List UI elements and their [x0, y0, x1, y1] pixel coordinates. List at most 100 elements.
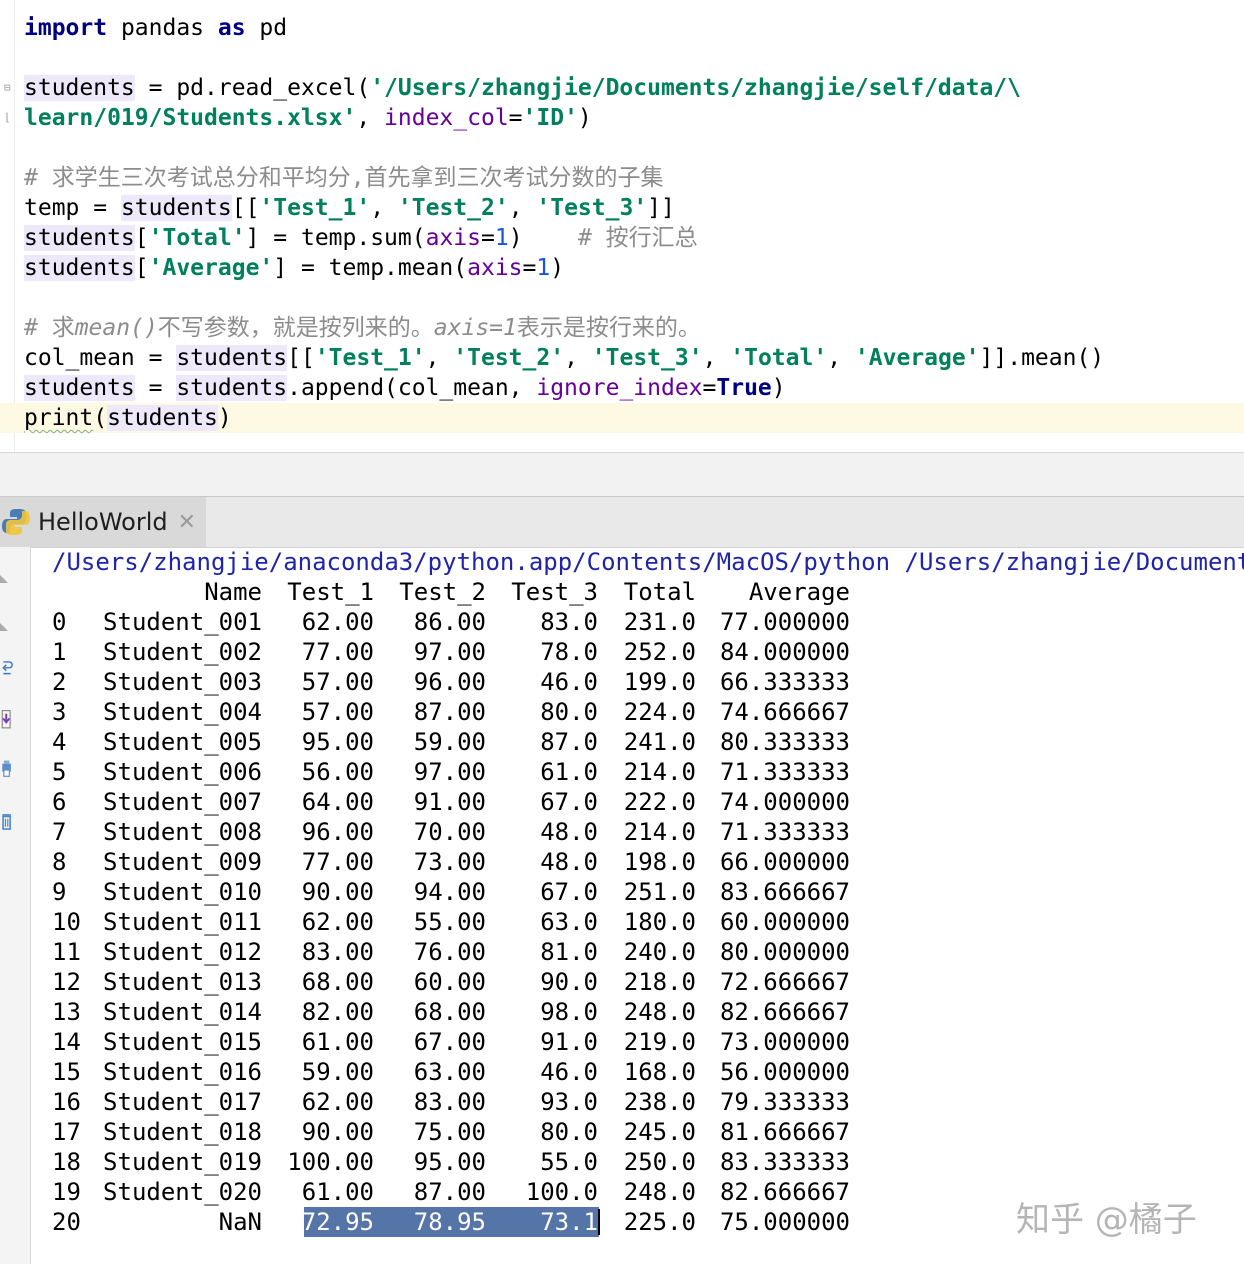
table-cell: 80.000000 [719, 938, 850, 966]
table-row: 18 Student_019 100.00 95.00 55.0 250.0 83.3333… [52, 1147, 1244, 1177]
table-cell: 60.000000 [719, 908, 850, 936]
code-editor[interactable]: ⊟ ⌊ import pandas as pd students = pd.re… [0, 0, 1244, 452]
table-header-row: Name Test_1 Test_2 Test_3 Total Average [52, 577, 1244, 607]
table-cell: 252.0 [623, 638, 696, 666]
column-header: Test_3 [511, 578, 598, 606]
table-row: 3 Student_004 57.00 87.00 80.0 224.0 74.666667 [52, 697, 1244, 727]
editor-gutter: ⊟ ⌊ [0, 0, 15, 452]
table-cell: 96.00 [301, 818, 374, 846]
table-cell: Student_008 [103, 818, 262, 846]
table-cell: 63.0 [540, 908, 598, 936]
code-comment-sum: # 按行汇总 [577, 225, 698, 251]
table-row: 8 Student_009 77.00 73.00 48.0 198.0 66.000000 [52, 847, 1244, 877]
run-tab-helloworld[interactable]: HelloWorld ✕ [0, 497, 206, 547]
table-row: 6 Student_007 64.00 91.00 67.0 222.0 74.000000 [52, 787, 1244, 817]
table-cell: 219.0 [623, 1028, 696, 1056]
scroll-down-icon[interactable] [0, 613, 14, 635]
table-cell: 62.00 [301, 608, 374, 636]
table-cell: 238.0 [623, 1088, 696, 1116]
table-cell: 87.0 [540, 728, 598, 756]
table-cell: 97.00 [413, 638, 486, 666]
scroll-up-icon[interactable] [0, 561, 14, 583]
table-row: 7 Student_008 96.00 70.00 48.0 214.0 71.333333 [52, 817, 1244, 847]
run-command: /Users/zhangjie/anaconda3/python.app/Con… [52, 548, 1244, 576]
table-cell: 87.00 [413, 698, 486, 726]
table-cell: 67.0 [540, 878, 598, 906]
code-comment-1: # 求学生三次考试总分和平均分,首先拿到三次考试分数的子集 [24, 165, 664, 191]
table-cell: 48.0 [540, 818, 598, 846]
table-cell: 81.0 [540, 938, 598, 966]
table-cell: 76.00 [413, 938, 486, 966]
table-cell: Student_009 [103, 848, 262, 876]
table-cell: 57.00 [301, 698, 374, 726]
table-cell: 70.00 [413, 818, 486, 846]
table-cell: 98.0 [540, 998, 598, 1026]
row-index: 18 [52, 1148, 81, 1176]
comment-part: axis=1 [433, 315, 517, 341]
text-cursor [598, 1209, 600, 1235]
console-output[interactable]: /Users/zhangjie/anaconda3/python.app/Con… [52, 547, 1244, 1264]
fold-close-icon[interactable]: ⌊ [4, 112, 14, 124]
table-cell: 73.00 [413, 848, 486, 876]
code-line-13: students = students.append(col_mean, ign… [24, 375, 786, 401]
table-cell: 97.00 [413, 758, 486, 786]
table-cell: NaN [218, 1208, 262, 1236]
table-cell: 77.00 [301, 848, 374, 876]
table-cell: 225.0 [623, 1208, 696, 1236]
table-cell: 75.00 [413, 1118, 486, 1146]
table-cell: 78.0 [540, 638, 598, 666]
table-cell: 46.0 [540, 668, 598, 696]
table-cell: 82.666667 [719, 998, 850, 1026]
table-cell: 80.0 [540, 1118, 598, 1146]
table-cell: 62.00 [301, 1088, 374, 1116]
table-row: 13 Student_014 82.00 68.00 98.0 248.0 82.66666… [52, 997, 1244, 1027]
row-index: 0 [52, 608, 67, 636]
close-icon[interactable]: ✕ [178, 510, 196, 535]
table-cell: 75.000000 [719, 1208, 850, 1236]
table-cell: 245.0 [623, 1118, 696, 1146]
table-row: 16 Student_017 62.00 83.00 93.0 238.0 79.33333… [52, 1087, 1244, 1117]
row-index: 14 [52, 1028, 81, 1056]
table-cell: 61.00 [301, 1028, 374, 1056]
table-cell: Student_011 [103, 908, 262, 936]
table-row: 0 Student_001 62.00 86.00 83.0 231.0 77.000000 [52, 607, 1244, 637]
row-index: 7 [52, 818, 67, 846]
table-cell: 61.00 [301, 1178, 374, 1206]
table-cell: 251.0 [623, 878, 696, 906]
table-cell: 84.000000 [719, 638, 850, 666]
soft-wrap-icon[interactable] [0, 659, 14, 681]
table-cell: 56.00 [301, 758, 374, 786]
table-row: 1 Student_002 77.00 97.00 78.0 252.0 84.000000 [52, 637, 1244, 667]
table-row: 2 Student_003 57.00 96.00 46.0 199.0 66.333333 [52, 667, 1244, 697]
table-cell: Student_017 [103, 1088, 262, 1116]
print-icon[interactable] [0, 759, 14, 781]
table-cell: 224.0 [623, 698, 696, 726]
table-cell: 180.0 [623, 908, 696, 936]
code-text[interactable]: import pandas as pd students = pd.read_e… [0, 13, 1244, 433]
table-cell: 231.0 [623, 608, 696, 636]
table-cell: 59.00 [301, 1058, 374, 1086]
column-header: Name [204, 578, 262, 606]
scroll-to-end-icon[interactable] [0, 709, 14, 731]
run-tab-label: HelloWorld [38, 508, 168, 536]
table-cell: 83.00 [301, 938, 374, 966]
table-cell: 241.0 [623, 728, 696, 756]
table-row: 17 Student_018 90.00 75.00 80.0 245.0 81.66666… [52, 1117, 1244, 1147]
comment-part: 不写参数，就是按列来的。 [157, 315, 434, 341]
table-cell: 91.00 [413, 788, 486, 816]
table-cell: 214.0 [623, 818, 696, 846]
table-cell: 77.00 [301, 638, 374, 666]
table-cell: 222.0 [623, 788, 696, 816]
fold-open-icon[interactable]: ⊟ [4, 82, 14, 94]
table-cell: Student_014 [103, 998, 262, 1026]
editor-bottom-strip [0, 452, 1244, 497]
table-row: 12 Student_013 68.00 60.00 90.0 218.0 72.66666… [52, 967, 1244, 997]
trash-icon[interactable] [0, 811, 14, 833]
table-cell: 87.00 [413, 1178, 486, 1206]
table-cell: 83.00 [413, 1088, 486, 1116]
table-row: 11 Student_012 83.00 76.00 81.0 240.0 80.00000… [52, 937, 1244, 967]
table-row: 14 Student_015 61.00 67.00 91.0 219.0 73.00000… [52, 1027, 1244, 1057]
table-cell: 82.00 [301, 998, 374, 1026]
